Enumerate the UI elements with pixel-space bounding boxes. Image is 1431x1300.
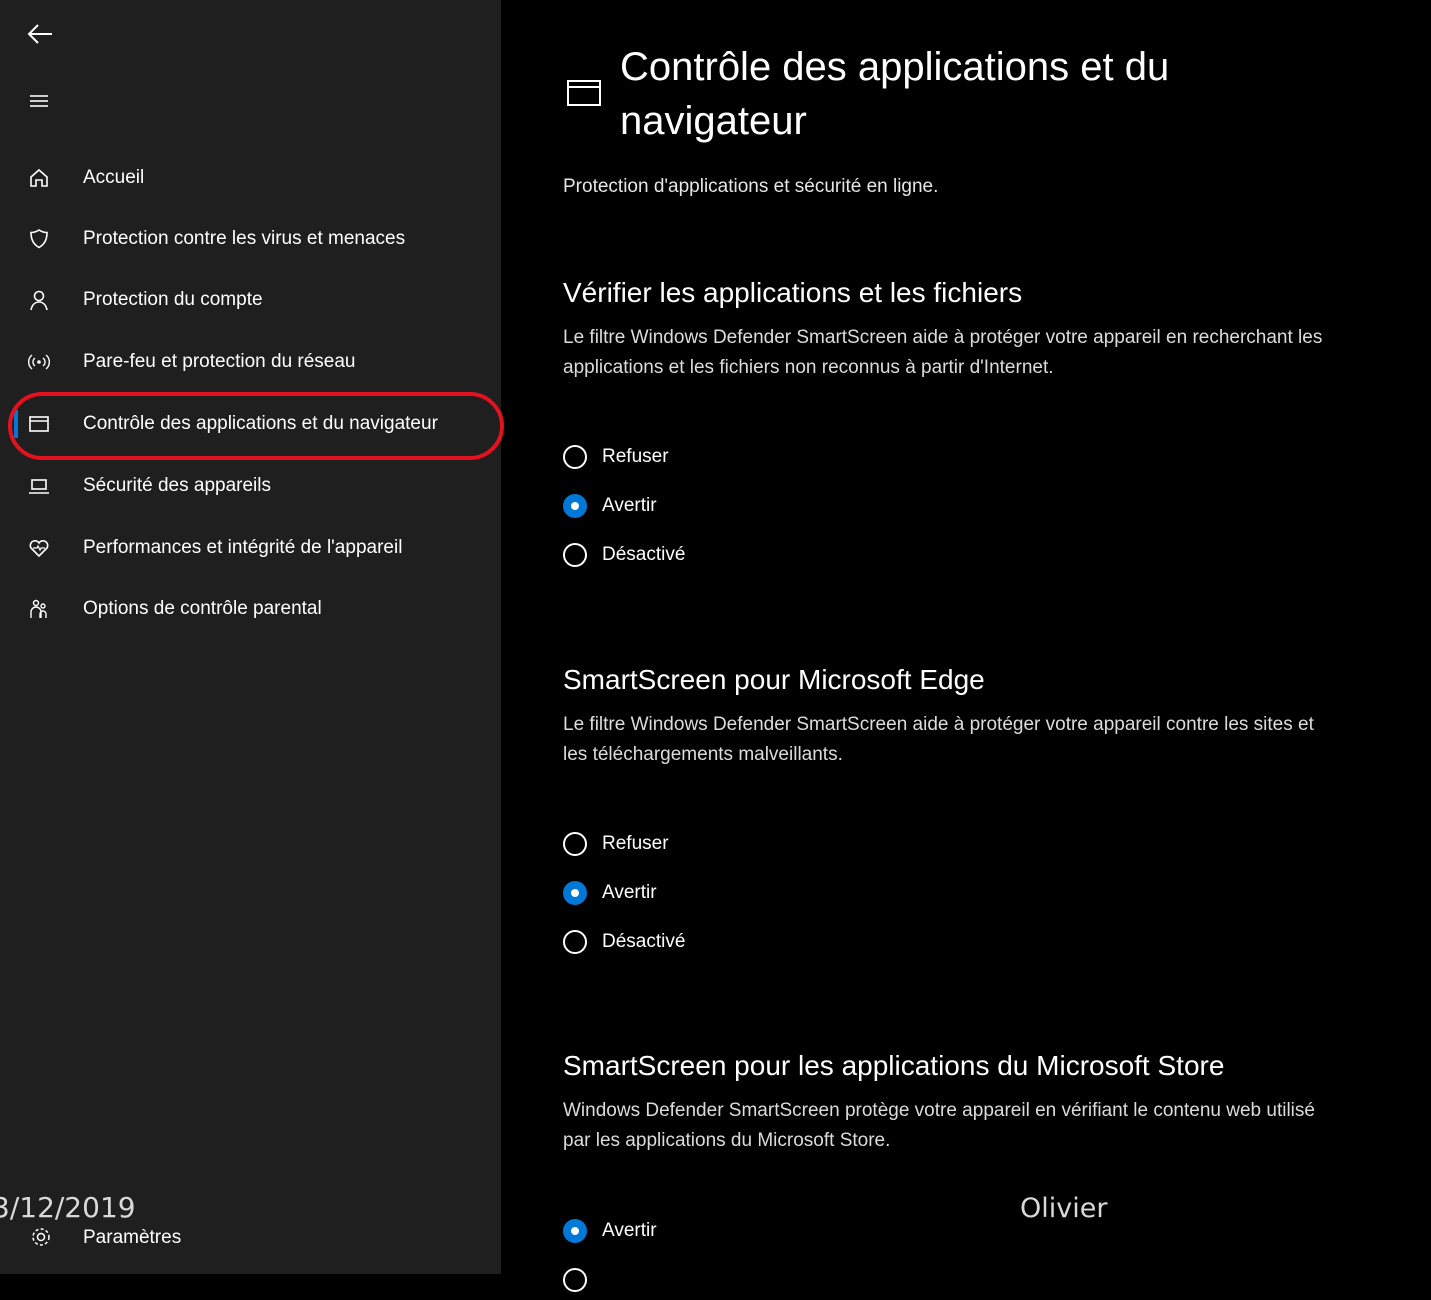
sidebar-item-label: Accueil — [83, 167, 145, 188]
radio-circle[interactable] — [563, 543, 587, 567]
sidebar-item-app-browser-control[interactable]: Contrôle des applications et du navigate… — [0, 396, 501, 452]
section-description: Windows Defender SmartScreen protège vot… — [563, 1100, 1315, 1151]
section-description: Le filtre Windows Defender SmartScreen a… — [563, 327, 1323, 378]
main-content: Contrôle des applications et du navigate… — [501, 0, 1431, 1292]
heart-icon — [28, 537, 50, 559]
sidebar-item-device-security[interactable]: Sécurité des appareils — [0, 458, 501, 514]
radio-circle[interactable] — [563, 494, 587, 518]
radio-avertir[interactable]: Avertir — [563, 486, 657, 526]
shield-icon — [28, 228, 50, 250]
radio-circle[interactable] — [563, 1219, 587, 1243]
radio-avertir[interactable]: Avertir — [563, 873, 657, 913]
section-check-apps-files: Vérifier les applications et les fichier… — [563, 275, 1363, 383]
section-description: Le filtre Windows Defender SmartScreen a… — [563, 714, 1314, 765]
page-title: Contrôle des applications et du navigate… — [620, 45, 1170, 143]
radio-circle[interactable] — [563, 1268, 587, 1292]
sidebar-item-label: Paramètres — [83, 1227, 182, 1248]
gear-icon — [30, 1226, 52, 1248]
sidebar-item-parental-control[interactable]: Options de contrôle parental — [0, 581, 501, 637]
radio-label: Refuser — [602, 833, 669, 854]
radio-avertir[interactable]: Avertir — [563, 1211, 657, 1251]
laptop-icon — [28, 475, 50, 497]
person-icon — [28, 289, 50, 311]
browser-window-icon — [28, 413, 50, 435]
radio-label: Avertir — [602, 882, 657, 903]
section-heading: SmartScreen pour les applications du Mic… — [563, 1050, 1225, 1081]
sidebar-item-label: Pare-feu et protection du réseau — [83, 351, 356, 372]
radio-refuser[interactable]: Refuser — [563, 437, 669, 477]
sidebar-item-virus-protection[interactable]: Protection contre les virus et menaces — [0, 211, 501, 267]
radio-label: Avertir — [602, 1220, 657, 1241]
family-icon — [28, 598, 50, 620]
section-heading: Vérifier les applications et les fichier… — [563, 277, 1023, 308]
sidebar-item-device-performance[interactable]: Performances et intégrité de l'appareil — [0, 520, 501, 576]
section-smartscreen-edge: SmartScreen pour Microsoft Edge Le filtr… — [563, 662, 1363, 770]
footer-author: Olivier — [1020, 1193, 1108, 1224]
sidebar-item-label: Protection du compte — [83, 289, 263, 310]
sidebar-item-firewall[interactable]: Pare-feu et protection du réseau — [0, 334, 501, 390]
footer-date: 3/12/2019 — [0, 1191, 136, 1224]
radio-desactive[interactable]: Désactivé — [563, 922, 685, 962]
radio-circle[interactable] — [563, 832, 587, 856]
browser-window-icon — [566, 78, 602, 108]
radio-label: Avertir — [602, 495, 657, 516]
radio-label: Refuser — [602, 446, 669, 467]
sidebar-item-label: Sécurité des appareils — [83, 475, 271, 496]
sidebar-item-label: Performances et intégrité de l'appareil — [83, 537, 403, 558]
radio-partial[interactable] — [563, 1260, 587, 1300]
hamburger-menu-icon[interactable] — [22, 84, 58, 120]
radio-circle[interactable] — [563, 445, 587, 469]
sidebar-item-account-protection[interactable]: Protection du compte — [0, 272, 501, 328]
radio-refuser[interactable]: Refuser — [563, 824, 669, 864]
back-arrow-icon[interactable] — [22, 16, 58, 52]
sidebar-item-label: Contrôle des applications et du navigate… — [83, 413, 438, 434]
radio-circle[interactable] — [563, 930, 587, 954]
section-smartscreen-store: SmartScreen pour les applications du Mic… — [563, 1048, 1363, 1156]
radio-desactive[interactable]: Désactivé — [563, 535, 685, 575]
sidebar-item-accueil[interactable]: Accueil — [0, 150, 501, 206]
section-heading: SmartScreen pour Microsoft Edge — [563, 664, 985, 695]
page-subtitle: Protection d'applications et sécurité en… — [563, 176, 939, 197]
radio-label: Désactivé — [602, 544, 686, 565]
home-icon — [28, 167, 50, 189]
sidebar: Accueil Protection contre les virus et m… — [0, 0, 504, 1274]
wifi-signal-icon — [28, 351, 50, 373]
sidebar-item-label: Options de contrôle parental — [83, 598, 322, 619]
radio-label: Désactivé — [602, 931, 686, 952]
radio-circle[interactable] — [563, 881, 587, 905]
sidebar-item-label: Protection contre les virus et menaces — [83, 228, 406, 249]
